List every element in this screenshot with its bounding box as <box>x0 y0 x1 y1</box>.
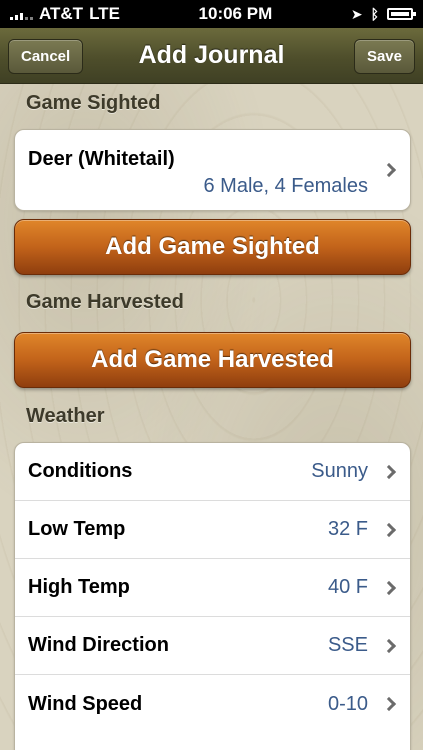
weather-row-wind-direction[interactable]: Wind Direction SSE <box>15 617 410 675</box>
weather-row-low-temp[interactable]: Low Temp 32 F <box>15 501 410 559</box>
status-right: ➤ ᛒ <box>350 5 416 23</box>
sighted-game-detail: 6 Male, 4 Females <box>203 175 368 197</box>
row-label: Wind Direction <box>28 634 169 656</box>
status-left: AT&T LTE <box>10 4 120 24</box>
page-title: Add Journal <box>138 41 285 69</box>
section-header-game-harvested: Game Harvested <box>26 291 184 313</box>
chevron-right-icon <box>381 580 397 595</box>
chevron-right-icon <box>381 464 397 479</box>
sighted-game-item[interactable]: Deer (Whitetail) 6 Male, 4 Females <box>14 129 411 211</box>
row-label: Conditions <box>28 460 133 482</box>
battery-icon <box>386 8 416 20</box>
chevron-right-icon <box>381 522 397 537</box>
section-header-weather: Weather <box>26 405 105 427</box>
add-game-sighted-button[interactable]: Add Game Sighted <box>14 219 411 275</box>
bluetooth-icon: ᛒ <box>370 6 379 22</box>
row-value: 40 F <box>327 576 368 598</box>
status-time: 10:06 PM <box>198 4 273 23</box>
network-type: LTE <box>89 4 120 23</box>
sighted-game-name: Deer (Whitetail) <box>28 148 175 170</box>
signal-strength-icon <box>10 8 33 20</box>
location-arrow-icon: ➤ <box>350 5 363 22</box>
carrier-name: AT&T <box>39 4 84 23</box>
add-game-harvested-button[interactable]: Add Game Harvested <box>14 332 411 388</box>
cancel-button[interactable]: Cancel <box>8 39 84 74</box>
row-value: 32 F <box>327 518 368 540</box>
weather-row-high-temp[interactable]: High Temp 40 F <box>15 559 410 617</box>
row-label: High Temp <box>28 576 130 598</box>
row-label: Wind Speed <box>28 692 143 715</box>
section-header-game-sighted: Game Sighted <box>26 92 161 114</box>
row-value: 0-10 <box>327 692 368 715</box>
weather-list: Conditions Sunny Low Temp 32 F High Temp… <box>14 442 411 750</box>
save-button[interactable]: Save <box>353 39 415 74</box>
weather-row-wind-speed[interactable]: Wind Speed 0-10 <box>15 675 410 733</box>
chevron-right-icon <box>381 696 397 712</box>
row-value: SSE <box>327 634 368 656</box>
navigation-bar: Cancel Add Journal Save <box>0 28 423 84</box>
chevron-right-icon <box>381 162 397 178</box>
row-value: Sunny <box>311 460 368 482</box>
weather-row-conditions[interactable]: Conditions Sunny <box>15 443 410 501</box>
chevron-right-icon <box>381 638 397 653</box>
row-label: Low Temp <box>28 518 126 540</box>
status-bar: AT&T LTE 10:06 PM ➤ ᛒ <box>0 0 423 28</box>
